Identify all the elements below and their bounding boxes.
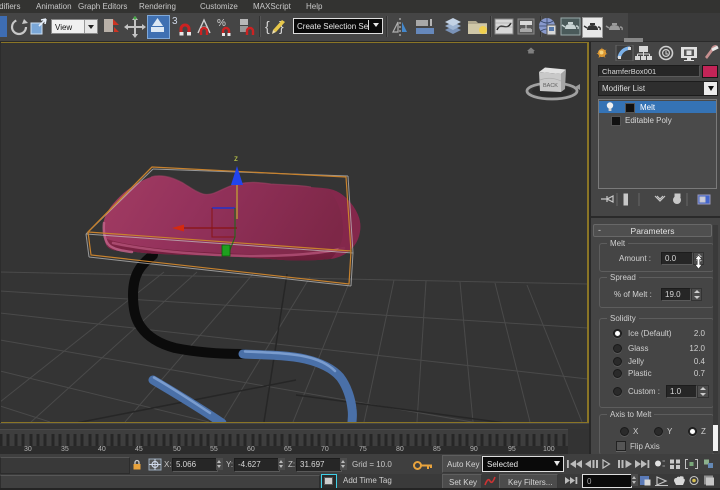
- svg-text:BACK: BACK: [543, 83, 558, 89]
- svg-text:z: z: [234, 154, 238, 163]
- svg-text:{: {: [265, 18, 270, 34]
